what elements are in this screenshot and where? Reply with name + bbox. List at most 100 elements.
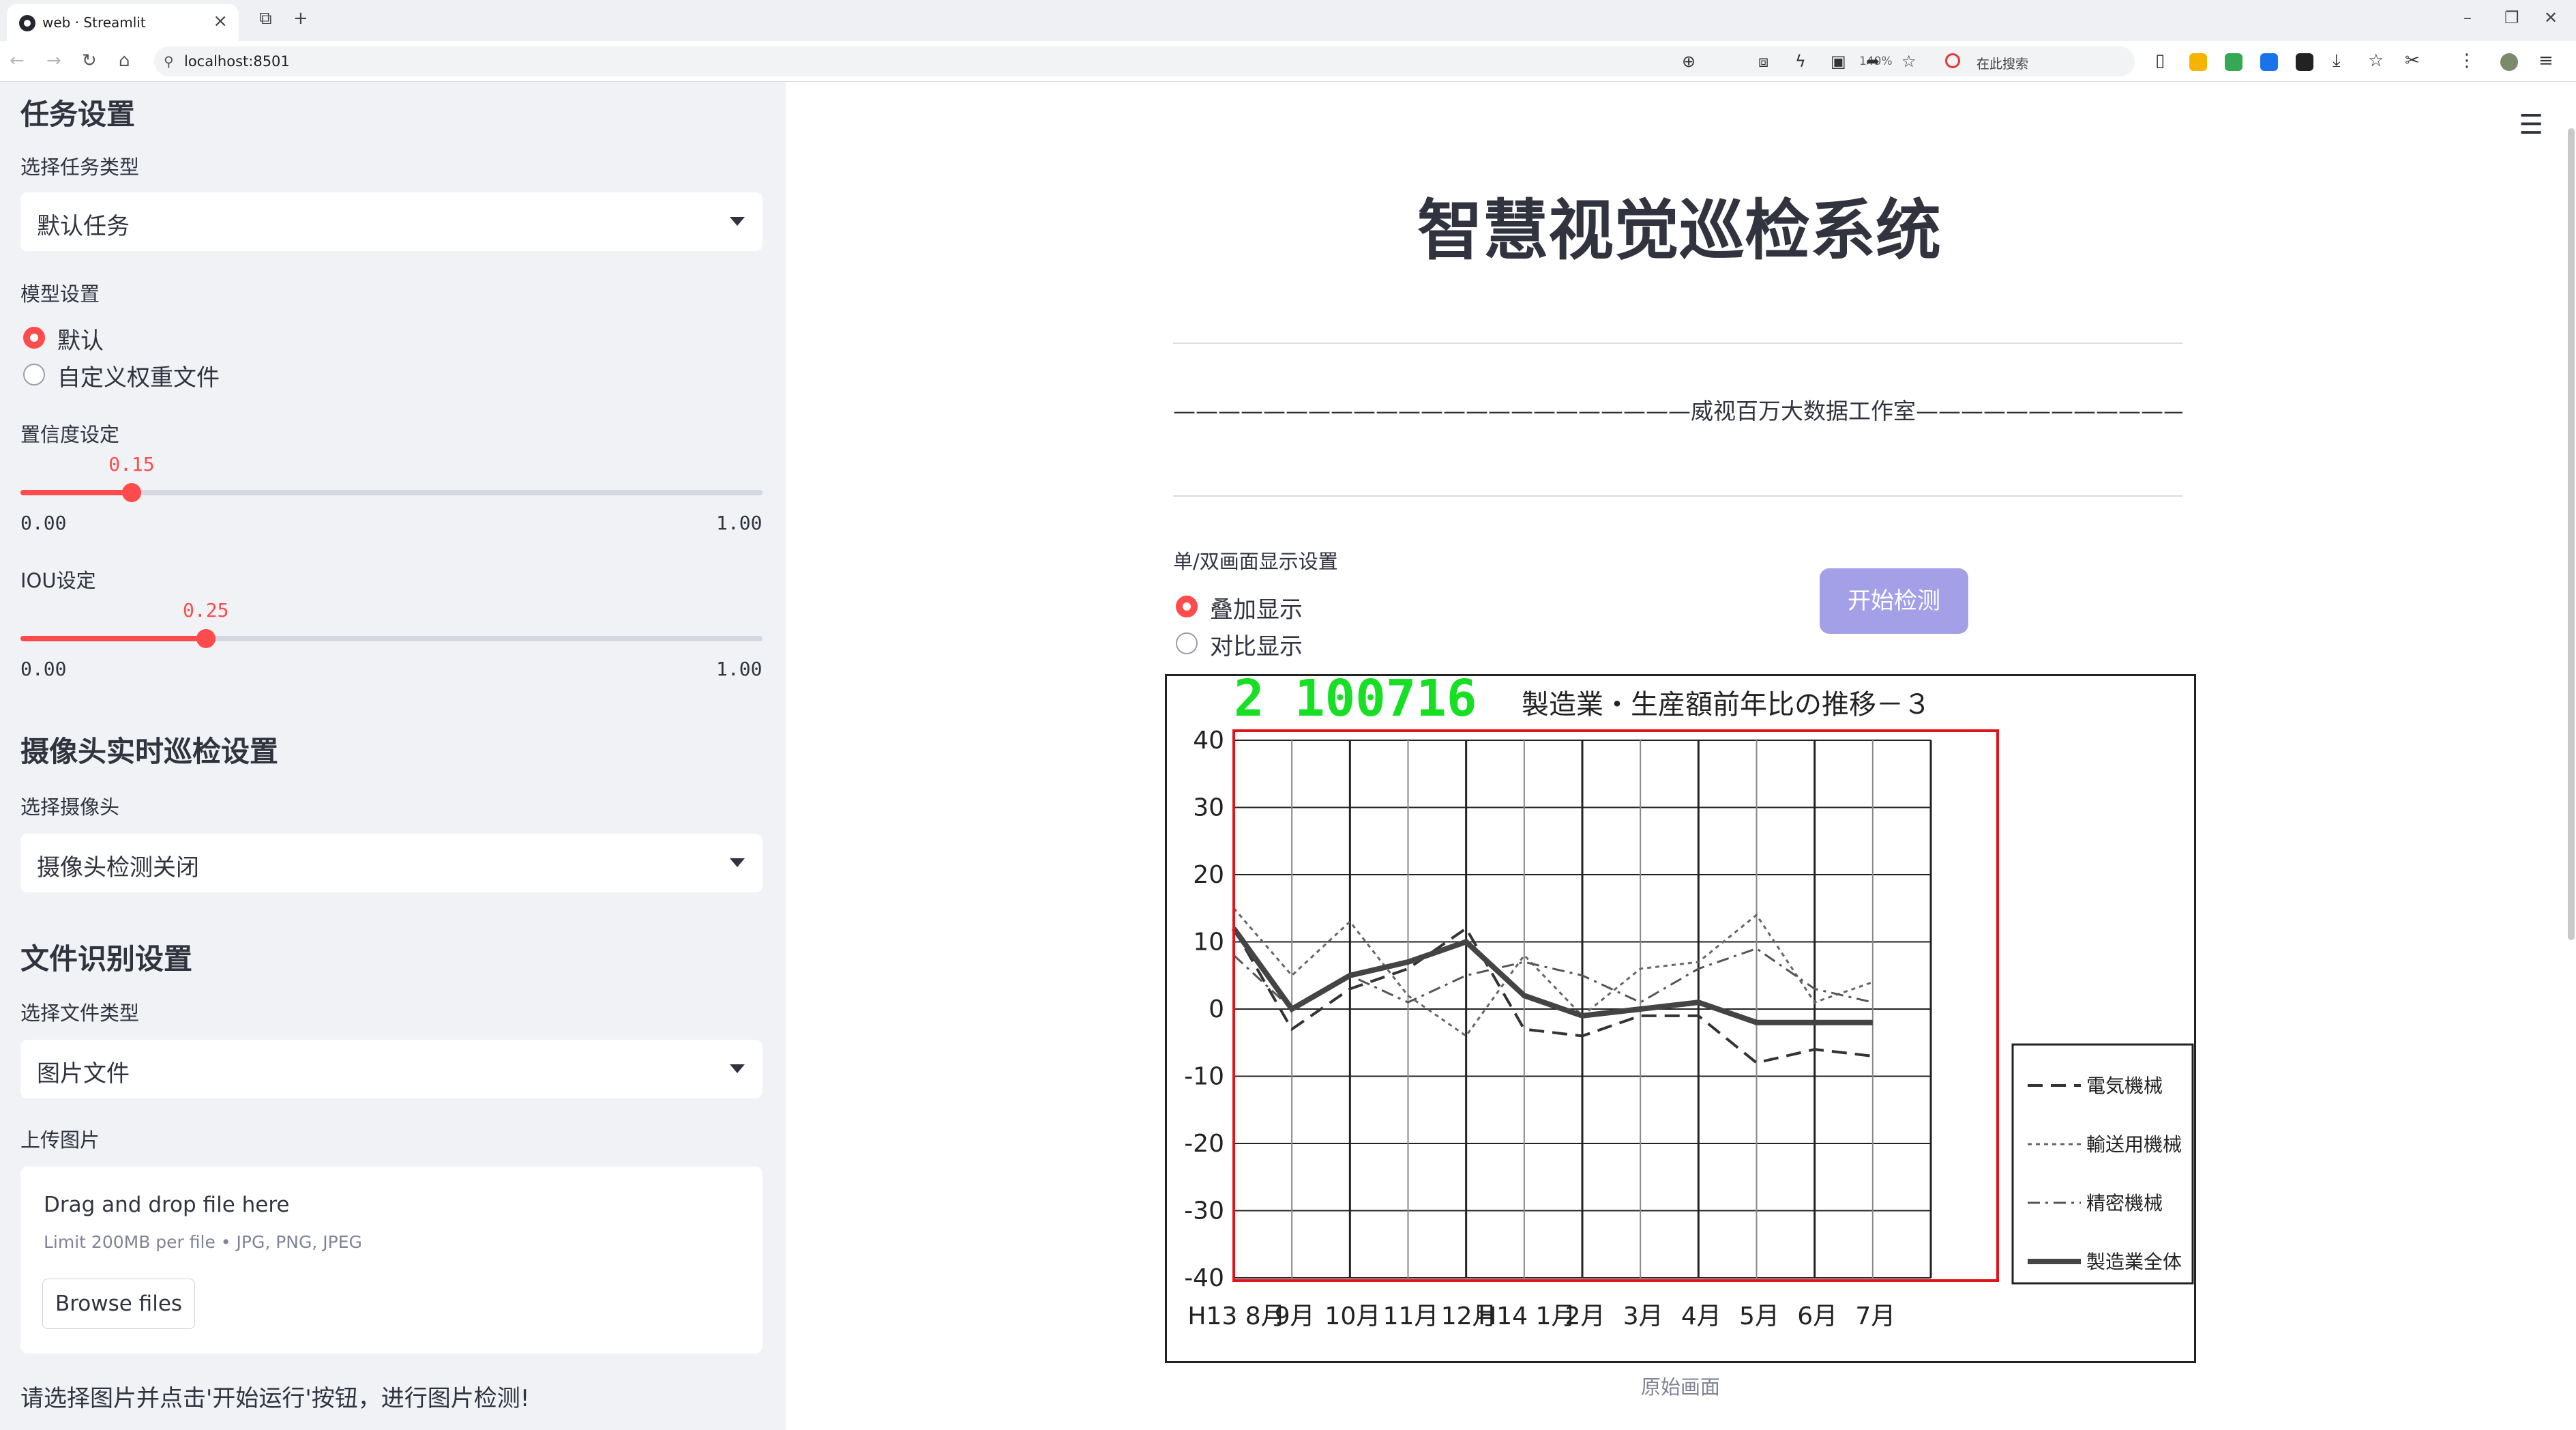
- tab-close-icon[interactable]: ×: [213, 11, 228, 31]
- minimize-icon[interactable]: –: [2463, 8, 2472, 27]
- scrollbar-thumb[interactable]: [2568, 128, 2575, 940]
- translate-icon[interactable]: ⧈: [1758, 52, 1768, 71]
- slider-thumb[interactable]: [196, 629, 216, 648]
- y-tick-label: -40: [1184, 1264, 1224, 1292]
- model-option-label: 自定义权重文件: [57, 364, 220, 392]
- model-settings-label: 模型设置: [20, 282, 100, 306]
- iou-max: 1.00: [716, 658, 763, 680]
- studio-banner: ———————————————————————威视百万大数据工作室———————…: [1173, 398, 2182, 424]
- file-type-value: 图片文件: [37, 1060, 130, 1088]
- radio-selected-icon[interactable]: [1176, 596, 1198, 617]
- lightning-icon[interactable]: ϟ: [1795, 52, 1806, 71]
- start-detection-button[interactable]: 开始检测: [1820, 568, 1968, 634]
- url-text[interactable]: localhost:8501: [184, 53, 290, 70]
- zoom-icon[interactable]: ⊕: [1682, 52, 1696, 71]
- y-tick-label: -20: [1184, 1130, 1224, 1158]
- streamlit-favicon-icon: [19, 15, 35, 31]
- screenshot-icon[interactable]: ▣: [1831, 52, 1846, 71]
- browser-tab[interactable]: web · Streamlit ×: [7, 4, 239, 41]
- file-dropzone[interactable]: Drag and drop file here Limit 200MB per …: [20, 1167, 763, 1354]
- iou-label: IOU设定: [20, 569, 96, 592]
- share-icon[interactable]: ➦: [1866, 52, 1880, 71]
- extension-4-icon[interactable]: [2296, 53, 2313, 71]
- x-tick-label: 5月: [1739, 1302, 1779, 1330]
- cut-icon[interactable]: ✂: [2405, 50, 2420, 71]
- main-content: ☰ 智慧视觉巡检系统 ———————————————————————威视百万大数…: [786, 82, 2576, 1430]
- download-icon[interactable]: ⤓: [2333, 50, 2341, 72]
- x-tick-label: 11月: [1383, 1302, 1439, 1330]
- reader-icon[interactable]: ▯: [2155, 50, 2165, 71]
- hamburger-menu-icon[interactable]: ☰: [2519, 109, 2543, 141]
- bookmark-star-icon[interactable]: ☆: [1901, 52, 1916, 71]
- reload-icon[interactable]: ↻: [82, 50, 97, 71]
- browser-tabbar: web · Streamlit × ⧉ + – ❐ ✕: [0, 0, 2576, 41]
- legend-label: 輸送用機械: [2086, 1133, 2182, 1156]
- confidence-slider[interactable]: 0.15: [20, 453, 763, 502]
- browser-addressbar: ← → ↻ ⌂ ⚲ localhost:8501 ⊕ 140% ⧈ ϟ ▣ ➦ …: [0, 41, 2576, 82]
- extension-2-icon[interactable]: [2225, 53, 2242, 71]
- tab-groups-icon[interactable]: ⧉: [259, 8, 272, 29]
- iou-slider[interactable]: 0.25: [20, 599, 763, 648]
- sidebar: 任务设置 选择任务类型 默认任务 模型设置 默认 自定义权重文件 置信度设定 0…: [0, 82, 786, 1430]
- back-icon[interactable]: ←: [10, 50, 25, 71]
- search-placeholder: 在此搜索: [1977, 57, 2029, 72]
- radio-unselected-icon[interactable]: [1176, 632, 1198, 654]
- task-type-value: 默认任务: [37, 213, 130, 240]
- scrollbar[interactable]: [2565, 109, 2576, 948]
- camera-select-value: 摄像头检测关闭: [37, 854, 199, 881]
- y-tick-label: -10: [1184, 1063, 1224, 1091]
- browser-menu-icon[interactable]: ≡: [2538, 50, 2553, 71]
- confidence-value: 0.15: [108, 453, 155, 476]
- tab-title: web · Streamlit: [42, 14, 146, 31]
- window-close-icon[interactable]: ✕: [2544, 8, 2558, 27]
- upload-label: 上传图片: [20, 1128, 100, 1152]
- iou-value: 0.25: [183, 599, 229, 622]
- restore-icon[interactable]: ❐: [2504, 8, 2519, 27]
- x-tick-label: 9月: [1275, 1302, 1315, 1330]
- x-tick-label: 10月: [1324, 1302, 1380, 1330]
- browse-files-button[interactable]: Browse files: [42, 1279, 195, 1329]
- chart-image-svg: 製造業・生産額前年比の推移－３ 40 30 20 10 0 -10 -20 -30 -40 H13 …: [1167, 669, 2194, 1361]
- url-bar[interactable]: ⚲ localhost:8501 ⊕ 140% ⧈ ϟ ▣ ➦ ☆: [154, 46, 2132, 76]
- radio-selected-icon[interactable]: [23, 327, 45, 349]
- extension-1-icon[interactable]: [2189, 53, 2207, 71]
- display-mode-label: 单/双画面显示设置: [1173, 550, 1338, 573]
- profile-avatar[interactable]: [2500, 53, 2518, 71]
- task-type-select[interactable]: 默认任务: [20, 192, 763, 251]
- display-option-label: 叠加显示: [1210, 596, 1303, 624]
- slider-fill: [20, 490, 132, 495]
- favorites-icon[interactable]: ☆: [2368, 50, 2384, 71]
- home-icon[interactable]: ⌂: [119, 50, 130, 71]
- confidence-max: 1.00: [716, 512, 763, 534]
- y-tick-label: 40: [1193, 727, 1224, 755]
- camera-select[interactable]: 摄像头检测关闭: [20, 834, 763, 892]
- confidence-label: 置信度设定: [20, 423, 120, 446]
- image-caption: 原始画面: [1640, 1375, 1720, 1399]
- slider-thumb[interactable]: [122, 483, 142, 502]
- search-engine-icon: [1945, 53, 1960, 68]
- x-tick-label: 2月: [1565, 1302, 1605, 1330]
- camera-settings-heading: 摄像头实时巡检设置: [20, 735, 279, 768]
- file-type-select[interactable]: 图片文件: [20, 1040, 763, 1098]
- browser-search-box[interactable]: 在此搜索: [1937, 46, 2135, 76]
- task-type-label: 选择任务类型: [20, 156, 140, 179]
- extension-3-icon[interactable]: [2260, 53, 2278, 71]
- forward-icon[interactable]: →: [46, 50, 61, 71]
- dropzone-title: Drag and drop file here: [44, 1193, 290, 1217]
- more-menu-icon[interactable]: ⋮: [2458, 50, 2476, 71]
- site-info-icon[interactable]: ⚲: [164, 53, 174, 70]
- x-tick-label: 4月: [1681, 1302, 1721, 1330]
- detection-label: 2 100716: [1234, 676, 1477, 728]
- chevron-down-icon: [730, 217, 745, 226]
- confidence-min: 0.00: [20, 512, 67, 534]
- x-tick-label: H13 8月: [1187, 1302, 1285, 1330]
- y-tick-label: 30: [1193, 794, 1224, 822]
- radio-unselected-icon[interactable]: [23, 364, 45, 385]
- new-tab-icon[interactable]: +: [293, 8, 308, 29]
- y-tick-label: -30: [1184, 1197, 1224, 1225]
- x-tick-label: H14 1月: [1478, 1302, 1575, 1330]
- divider: [1173, 495, 2182, 497]
- camera-select-label: 选择摄像头: [20, 796, 120, 819]
- legend-label: 製造業全体: [2086, 1251, 2182, 1273]
- chevron-down-icon: [730, 858, 745, 867]
